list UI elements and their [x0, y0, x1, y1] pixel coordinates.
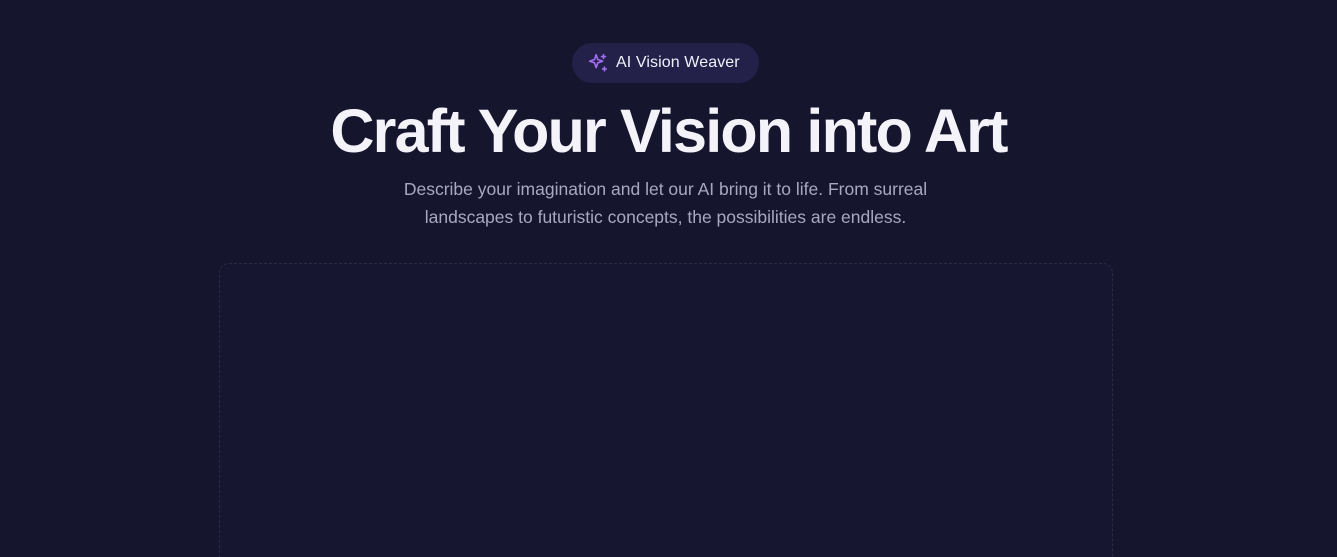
page-title: Craft Your Vision into Art	[330, 97, 1008, 165]
app-badge: AI Vision Weaver	[572, 43, 759, 83]
prompt-canvas-area[interactable]	[219, 263, 1113, 557]
sparkles-icon	[587, 52, 609, 74]
page: AI Vision Weaver Craft Your Vision into …	[0, 0, 1337, 557]
page-subtitle: Describe your imagination and let our AI…	[403, 179, 928, 227]
badge-label: AI Vision Weaver	[616, 54, 740, 71]
